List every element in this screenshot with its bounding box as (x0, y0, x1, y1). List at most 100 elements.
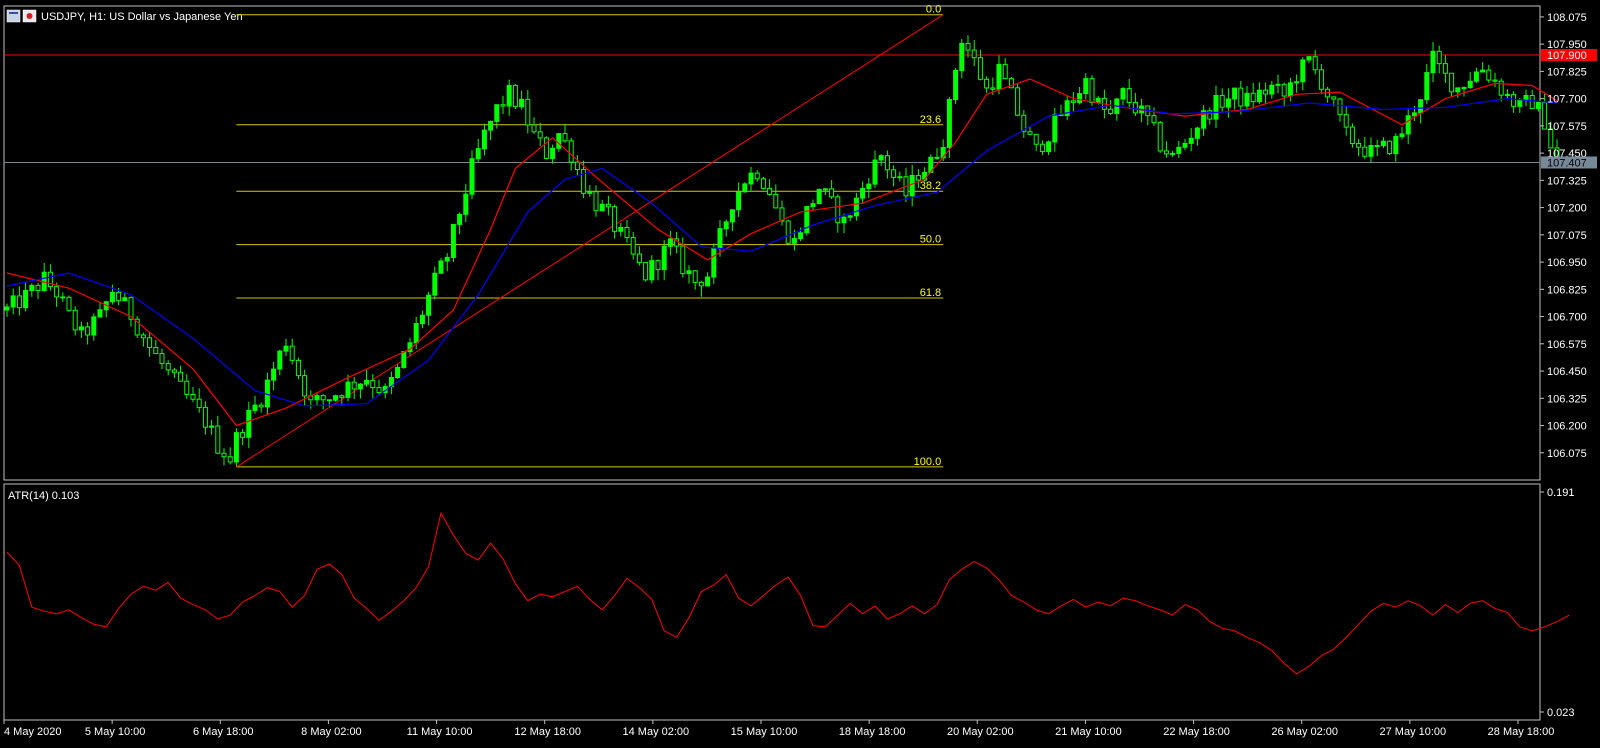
candle-body (512, 84, 518, 108)
candle (760, 176, 766, 190)
candle-body (872, 159, 878, 185)
candle-body (1356, 143, 1362, 148)
candle-body (835, 196, 841, 224)
candle-body (401, 351, 407, 368)
candle-body (1337, 98, 1343, 116)
candle-body (153, 346, 159, 355)
candle-body (1052, 113, 1058, 143)
candle-body (1126, 88, 1132, 103)
candle-body (1157, 122, 1163, 152)
candle (785, 219, 791, 246)
candle-body (519, 98, 525, 108)
candle-body (891, 169, 897, 178)
fib-level-label: 0.0 (926, 4, 941, 16)
candle-body (798, 232, 804, 240)
candle-body (996, 63, 1002, 90)
candle-body (116, 291, 122, 302)
time-tick-label: 18 May 18:00 (839, 726, 906, 738)
candle-body (643, 261, 649, 281)
candle-body (1362, 146, 1368, 157)
candle-body (1182, 142, 1188, 148)
candle-body (736, 191, 742, 211)
candle-body (971, 49, 977, 59)
time-tick-label: 6 May 18:00 (193, 726, 254, 738)
candle-body (729, 209, 735, 223)
candle-body (1368, 145, 1374, 157)
candle-body (680, 245, 686, 275)
candle (233, 428, 239, 467)
candle-body (748, 172, 754, 185)
time-tick-label: 11 May 10:00 (407, 726, 473, 738)
candle-body (965, 42, 971, 51)
price-tick-label: 107.825 (1547, 66, 1587, 78)
candle-body (1529, 95, 1535, 110)
candle-body (1095, 97, 1101, 103)
candle-body (717, 228, 723, 249)
candle-body (450, 223, 456, 258)
candle-body (1120, 88, 1126, 100)
candle-body (413, 323, 419, 344)
candle-body (221, 452, 227, 458)
candle-body (1504, 94, 1510, 97)
candle-body (1306, 56, 1312, 61)
price-tick-label: 106.200 (1547, 421, 1587, 433)
candle-body (97, 309, 103, 318)
candle-body (1455, 87, 1461, 93)
candle-body (23, 290, 29, 309)
candle-body (612, 206, 618, 232)
atr-tick-label: 0.023 (1547, 707, 1575, 719)
price-tick-label: 107.575 (1547, 121, 1587, 133)
candle-body (376, 387, 382, 394)
price-marker-label: 107.900 (1547, 50, 1587, 62)
fib-level-label: 38.2 (920, 180, 941, 192)
candle-body (10, 295, 16, 308)
candle-body (302, 375, 308, 397)
candle-body (1393, 135, 1399, 155)
price-tick-label: 108.075 (1547, 12, 1587, 24)
price-tick-label: 107.325 (1547, 175, 1587, 187)
candle-body (1492, 79, 1498, 82)
candle-body (240, 432, 246, 438)
atr-tick-label: 0.191 (1547, 487, 1575, 499)
candle-body (419, 314, 425, 325)
candle-body (884, 155, 890, 171)
candle (643, 261, 649, 282)
candle-body (246, 409, 252, 438)
candle-body (1225, 98, 1231, 108)
candle-body (1387, 140, 1393, 155)
candle-body (1374, 145, 1380, 148)
candle-body (463, 193, 469, 215)
candle-body (990, 87, 996, 90)
chart-window[interactable]: USDJPY, H1: US Dollar vs Japanese Yen AT… (0, 0, 1600, 743)
candle-body (1015, 87, 1021, 116)
candle-body (1027, 131, 1033, 135)
time-tick-label: 12 May 18:00 (514, 726, 581, 738)
candle-body (1480, 69, 1486, 73)
candle (66, 295, 72, 313)
candle-body (1430, 50, 1436, 74)
candle-body (984, 78, 990, 89)
candle-body (977, 57, 983, 80)
candle-body (525, 98, 531, 126)
candle-body (1449, 72, 1455, 93)
candle-body (946, 99, 952, 149)
candle-body (190, 393, 196, 400)
candle-body (1170, 152, 1176, 155)
candle-body (122, 297, 128, 302)
fib-level-label: 23.6 (920, 114, 941, 126)
chart-canvas[interactable]: USDJPY, H1: US Dollar vs Japanese Yen AT… (0, 0, 1600, 743)
candle (816, 188, 822, 205)
candle-body (550, 147, 556, 159)
price-tick-label: 107.200 (1547, 203, 1587, 215)
candle-body (85, 326, 91, 336)
candle-body (1349, 126, 1355, 145)
time-tick-label: 4 May 2020 (4, 726, 61, 738)
candle-body (568, 140, 574, 163)
candle-body (1232, 87, 1238, 100)
candle-body (791, 238, 797, 244)
candle-body (233, 432, 239, 463)
candle-body (822, 188, 828, 191)
fib-level-label: 50.0 (920, 234, 941, 246)
candle-body (178, 371, 184, 382)
candle-body (953, 69, 959, 101)
